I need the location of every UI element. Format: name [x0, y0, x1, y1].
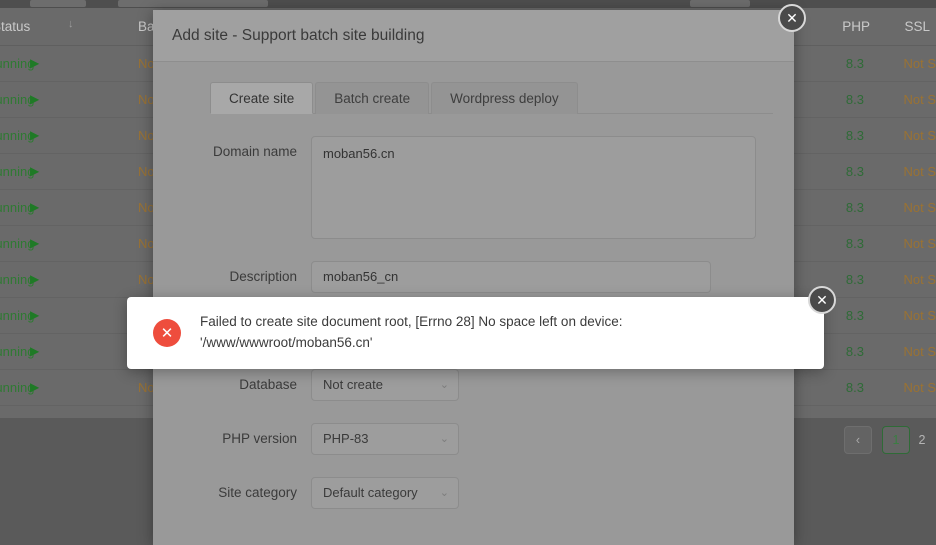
play-icon[interactable]: ▶ [30, 164, 39, 178]
cell-php: 8.3 [845, 272, 864, 287]
cell-php: 8.3 [845, 344, 864, 359]
cell-php: 8.3 [845, 380, 864, 395]
chevron-down-icon: ⌄ [439, 433, 449, 445]
error-message-line-2: '/www/wwwroot/moban56.cn' [200, 335, 373, 350]
field-site-category: Site category Default category ⌄ [191, 477, 756, 509]
chevron-down-icon: ⌄ [439, 487, 449, 499]
label-domain-name: Domain name [212, 144, 297, 159]
cell-php: 8.3 [845, 164, 864, 179]
error-message-line-1: Failed to create site document root, [Er… [200, 314, 623, 330]
domain-name-textarea[interactable]: moban56.cn [311, 136, 756, 239]
pagination-prev-button[interactable]: ‹ [844, 426, 872, 454]
label-description: Description [229, 269, 297, 284]
cell-ssl: Not S [903, 272, 936, 287]
php-version-select[interactable]: PHP-83 ⌄ [311, 423, 459, 455]
cell-php: 8.3 [845, 308, 864, 323]
play-icon[interactable]: ▶ [30, 380, 39, 394]
error-message: Failed to create site document root, [Er… [200, 312, 622, 354]
cell-ssl: Not S [903, 92, 936, 107]
tab-wordpress-deploy[interactable]: Wordpress deploy [431, 82, 578, 114]
error-toast: ✕ Failed to create site document root, [… [127, 297, 824, 369]
cell-ssl: Not S [903, 344, 936, 359]
pagination-page-1[interactable]: 1 [882, 426, 910, 454]
field-domain-name: Domain name moban56.cn [191, 136, 756, 239]
tab-batch-create[interactable]: Batch create [315, 82, 430, 114]
dialog-tabs: Create site Batch create Wordpress deplo… [210, 82, 773, 114]
description-input[interactable]: moban56_cn [311, 261, 711, 293]
site-category-select[interactable]: Default category ⌄ [311, 477, 459, 509]
column-header-status[interactable]: Status [0, 19, 30, 34]
play-icon[interactable]: ▶ [30, 344, 39, 358]
dialog-close-button[interactable]: ✕ [778, 4, 806, 32]
site-category-select-value: Default category [323, 485, 418, 500]
play-icon[interactable]: ▶ [30, 128, 39, 142]
play-icon[interactable]: ▶ [30, 92, 39, 106]
php-version-select-value: PHP-83 [323, 431, 369, 446]
cell-ssl: Not S [903, 164, 936, 179]
screen: Status ↓ Back up PHP SSL Running▶Not exi… [0, 0, 936, 545]
tab-create-site[interactable]: Create site [210, 82, 314, 114]
cell-php: 8.3 [845, 56, 864, 71]
toolbar-chip [30, 0, 86, 7]
chevron-down-icon: ⌄ [439, 379, 449, 391]
label-php-version: PHP version [222, 431, 297, 446]
field-database: Database Not create ⌄ [191, 369, 756, 401]
toolbar-chip [690, 0, 750, 7]
toolbar-chip [118, 0, 268, 7]
field-description: Description moban56_cn [191, 261, 756, 293]
toast-close-button[interactable]: ✕ [808, 286, 836, 314]
label-database: Database [239, 377, 297, 392]
cell-ssl: Not S [903, 236, 936, 251]
database-select[interactable]: Not create ⌄ [311, 369, 459, 401]
column-header-ssl[interactable]: SSL [904, 19, 930, 34]
cell-ssl: Not S [903, 200, 936, 215]
error-icon: ✕ [153, 319, 181, 347]
cell-php: 8.3 [845, 128, 864, 143]
add-site-dialog: Add site - Support batch site building C… [153, 10, 794, 545]
dialog-header: Add site - Support batch site building [153, 10, 794, 62]
cell-php: 8.3 [845, 92, 864, 107]
cell-ssl: Not S [903, 128, 936, 143]
field-php-version: PHP version PHP-83 ⌄ [191, 423, 756, 455]
pagination-page-2[interactable]: 2 [908, 426, 936, 454]
database-select-value: Not create [323, 377, 383, 392]
dialog-title: Add site - Support batch site building [172, 26, 425, 44]
play-icon[interactable]: ▶ [30, 56, 39, 70]
play-icon[interactable]: ▶ [30, 272, 39, 286]
label-site-category: Site category [218, 485, 297, 500]
cell-ssl: Not S [903, 380, 936, 395]
cell-ssl: Not S [903, 308, 936, 323]
cell-php: 8.3 [845, 236, 864, 251]
play-icon[interactable]: ▶ [30, 236, 39, 250]
cell-ssl: Not S [903, 56, 936, 71]
play-icon[interactable]: ▶ [30, 200, 39, 214]
cell-php: 8.3 [845, 200, 864, 215]
sort-arrow-icon[interactable]: ↓ [68, 18, 74, 30]
play-icon[interactable]: ▶ [30, 308, 39, 322]
column-header-php[interactable]: PHP [842, 19, 870, 34]
